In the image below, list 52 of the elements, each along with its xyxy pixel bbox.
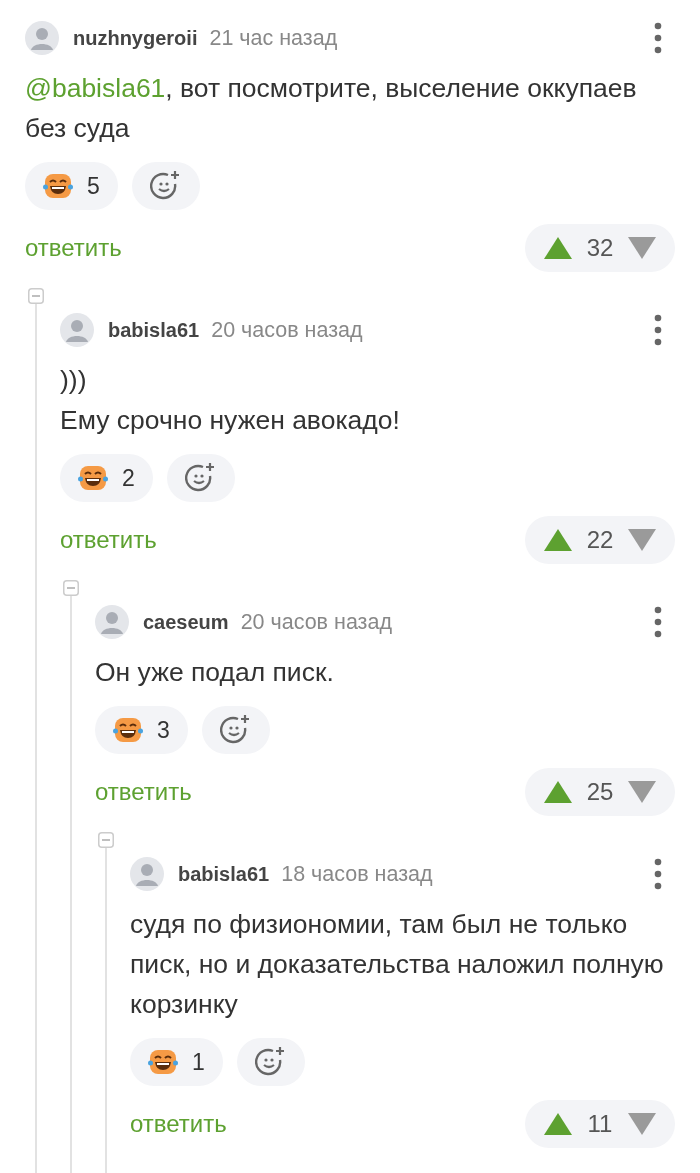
avatar xyxy=(60,313,94,347)
comment-time: 20 часов назад xyxy=(240,608,392,636)
more-icon[interactable] xyxy=(653,605,663,639)
laughing-emoji-icon xyxy=(113,715,143,745)
add-reaction-icon xyxy=(219,714,252,746)
reaction-button[interactable]: 1 xyxy=(130,1038,223,1086)
author-name[interactable]: babisla61 xyxy=(178,859,270,889)
comment-text: @babisla61, вот посмотрите, выселение оккупаев без суда xyxy=(25,72,638,145)
collapse-button[interactable] xyxy=(28,288,44,304)
author-name[interactable]: babisla61 xyxy=(108,315,200,345)
author-name[interactable]: nuzhnygeroii xyxy=(73,23,198,53)
downvote-icon[interactable] xyxy=(627,236,657,260)
laughing-emoji-icon xyxy=(43,171,73,201)
avatar xyxy=(25,21,59,55)
comment-text: Он уже подал писк. xyxy=(95,656,335,689)
avatar xyxy=(95,605,129,639)
collapse-button[interactable] xyxy=(63,580,79,596)
more-icon[interactable] xyxy=(653,21,663,55)
comment-time: 18 часов назад xyxy=(281,860,433,888)
add-reaction-icon xyxy=(184,462,217,494)
more-icon[interactable] xyxy=(653,313,663,347)
add-reaction-button[interactable] xyxy=(236,1038,305,1086)
comment-text: ))) xyxy=(60,364,88,397)
upvote-icon[interactable] xyxy=(543,236,573,260)
avatar xyxy=(130,857,164,891)
comment-text: судя по физиономии, там был не только писк, но и доказательства наложил полную корзинку xyxy=(130,908,665,1021)
reaction-button[interactable]: 3 xyxy=(95,706,188,754)
rating-count: 11 xyxy=(587,1109,613,1139)
rating-count: 32 xyxy=(586,233,614,263)
comment-time: 20 часов назад xyxy=(211,316,363,344)
add-reaction-icon xyxy=(149,170,182,202)
add-reaction-button[interactable] xyxy=(166,454,235,502)
add-reaction-button[interactable] xyxy=(131,162,200,210)
comment-text: Ему срочно нужен авокадо! xyxy=(60,404,401,437)
rating-count: 25 xyxy=(586,777,614,807)
laughing-emoji-icon xyxy=(78,463,108,493)
more-icon[interactable] xyxy=(653,857,663,891)
laughing-emoji-icon xyxy=(148,1047,178,1077)
downvote-icon[interactable] xyxy=(627,780,657,804)
upvote-icon[interactable] xyxy=(543,780,573,804)
downvote-icon[interactable] xyxy=(627,528,657,552)
add-reaction-icon xyxy=(254,1046,287,1078)
rating-count: 22 xyxy=(586,525,614,555)
downvote-icon[interactable] xyxy=(627,1112,657,1136)
upvote-icon[interactable] xyxy=(543,1112,573,1136)
reaction-button[interactable]: 5 xyxy=(25,162,118,210)
collapse-button[interactable] xyxy=(98,832,114,848)
upvote-icon[interactable] xyxy=(543,528,573,552)
add-reaction-button[interactable] xyxy=(201,706,270,754)
reaction-button[interactable]: 2 xyxy=(60,454,153,502)
author-name[interactable]: caeseum xyxy=(143,607,229,637)
comment-time: 21 час назад xyxy=(209,24,338,52)
